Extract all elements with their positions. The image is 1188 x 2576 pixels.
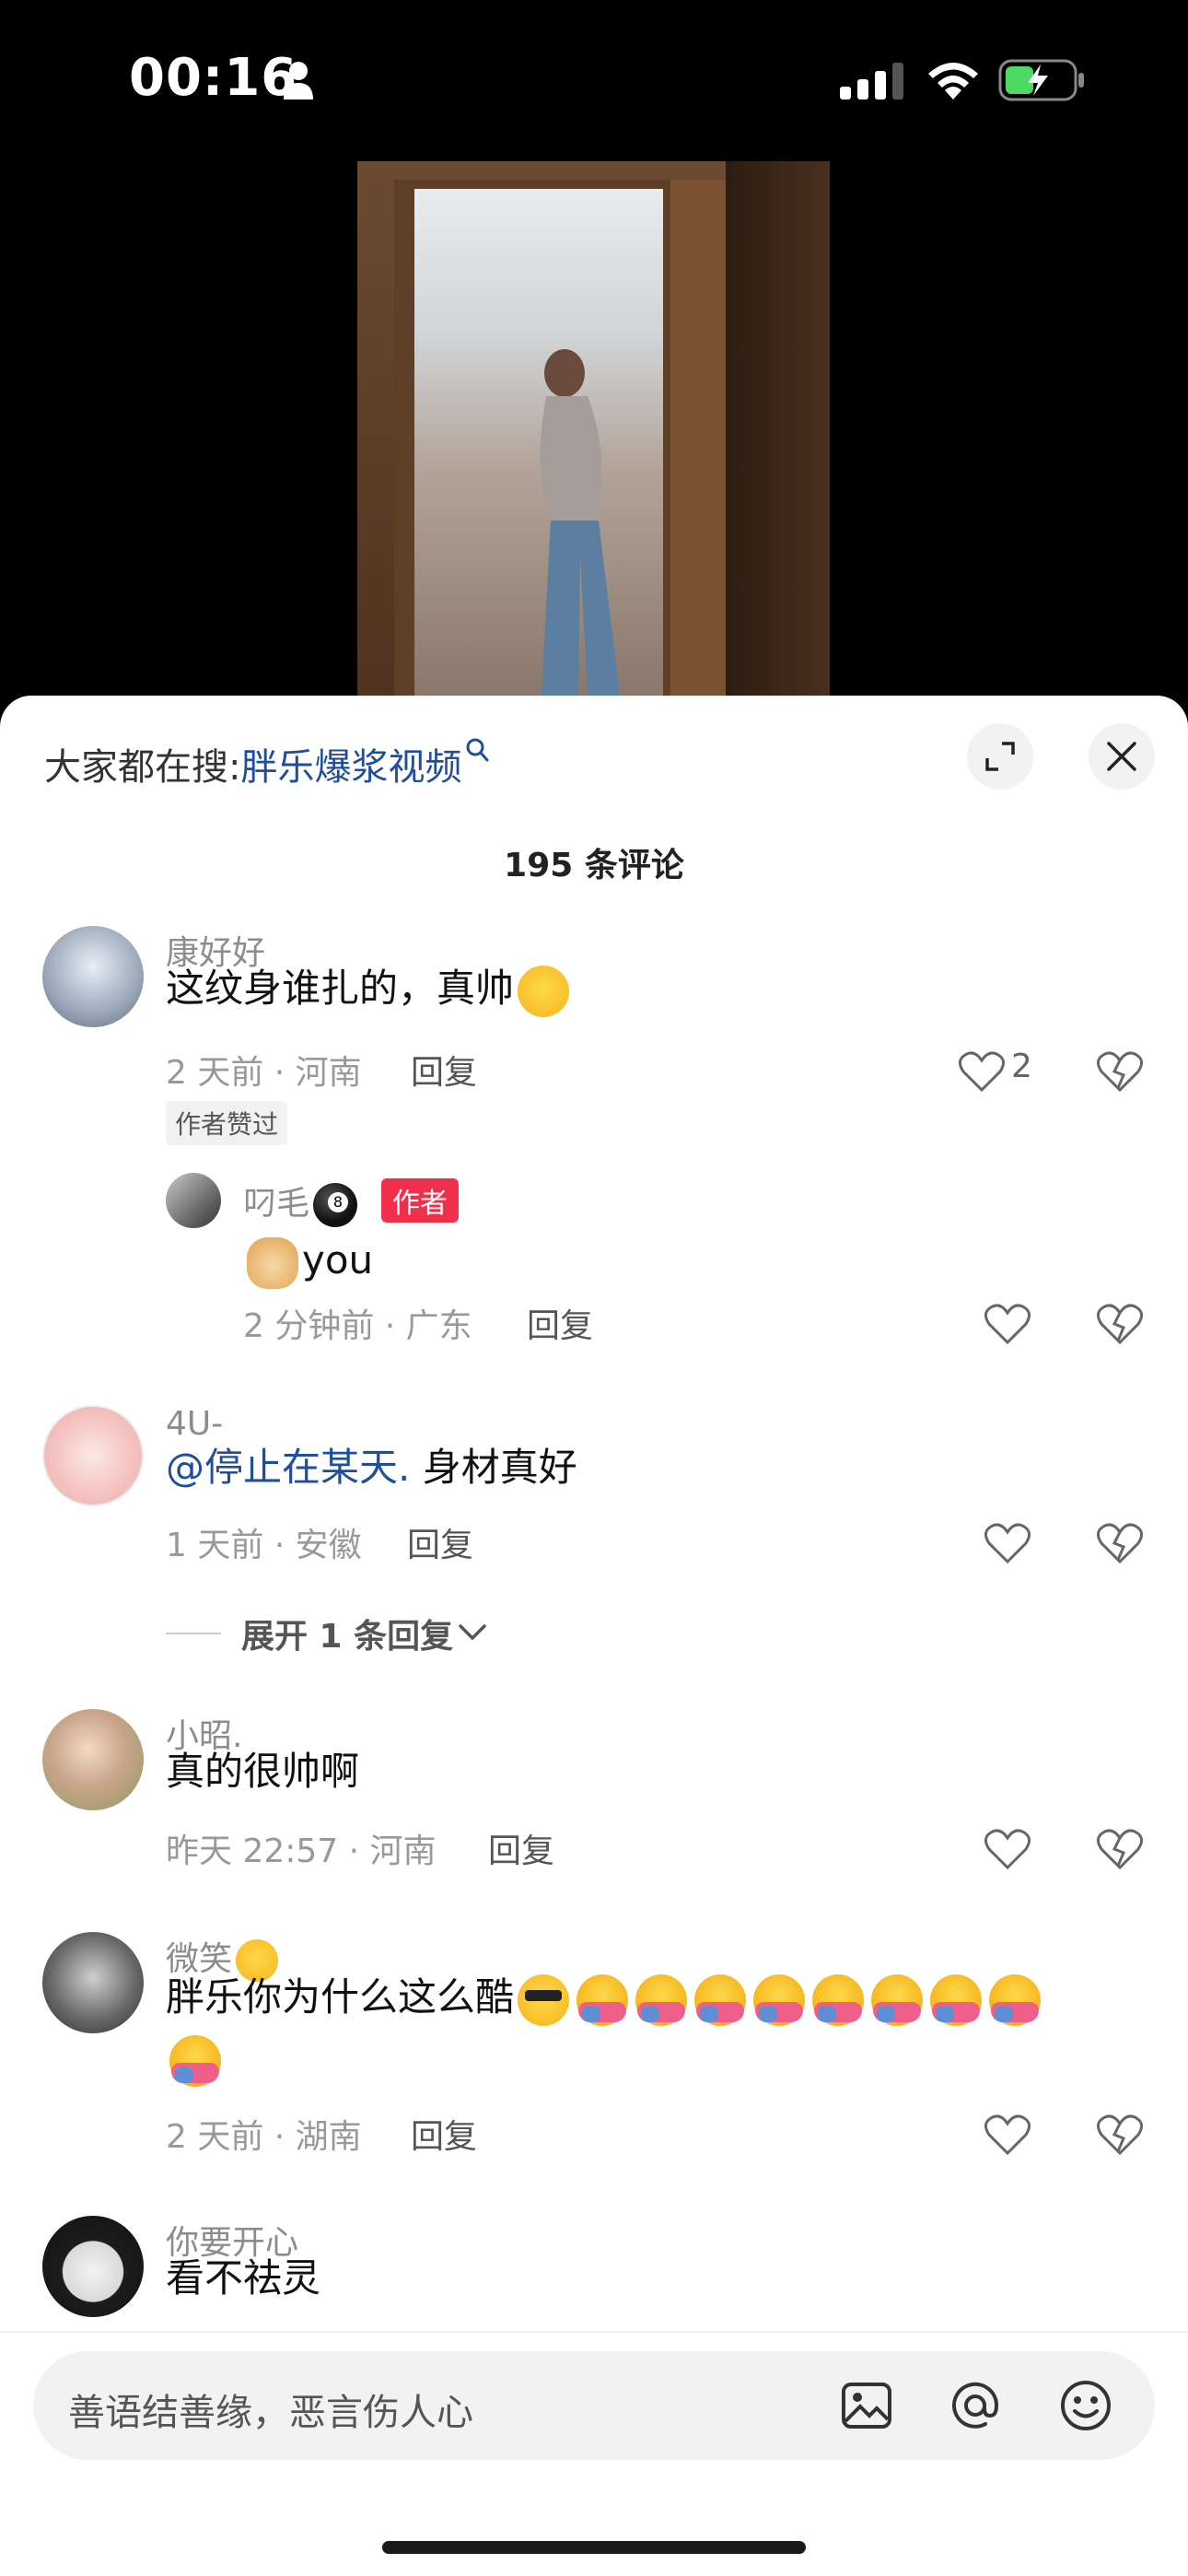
dislike-broken-heart-icon[interactable] xyxy=(1096,1049,1144,1094)
hug-emoji-icon xyxy=(871,1973,924,2026)
cellular-signal-icon xyxy=(840,63,903,100)
comment-text: 看不祛灵 xyxy=(166,2255,321,2301)
dislike-broken-heart-icon[interactable] xyxy=(1096,1302,1144,1346)
comment-text: 胖乐你为什么这么酷 xyxy=(166,1967,1087,2089)
home-indicator[interactable] xyxy=(382,2541,806,2554)
search-suggestion[interactable]: 大家都在搜:胖乐爆浆视频 xyxy=(44,737,489,790)
reply-button[interactable]: 回复 xyxy=(407,1518,473,1566)
close-button[interactable] xyxy=(1089,723,1155,790)
hug-emoji-icon xyxy=(694,1973,747,2026)
reply-username[interactable]: 叼毛 xyxy=(243,1177,361,1227)
comment-sheet: 大家都在搜:胖乐爆浆视频 195 条评论 康好好 这纹身谁扎的，真帅 2 天前 … xyxy=(0,696,1188,2576)
avatar[interactable] xyxy=(42,1405,144,1506)
reply-button[interactable]: 回复 xyxy=(527,1299,593,1347)
person-figure xyxy=(540,349,620,696)
hug-emoji-icon xyxy=(169,2034,221,2087)
comment-text-content: 身材真好 xyxy=(410,1445,577,1490)
comment-text-content: 这纹身谁扎的，真帅 xyxy=(166,966,515,1011)
sunglasses-emoji-icon xyxy=(518,1973,570,2026)
comment-input-placeholder: 善语结善缘，恶言伤人心 xyxy=(68,2392,473,2434)
dislike-broken-heart-icon[interactable] xyxy=(1096,2113,1144,2157)
person-icon xyxy=(284,62,313,100)
like-count: 2 xyxy=(1011,1048,1032,1085)
dislike-broken-heart-icon[interactable] xyxy=(1096,1521,1144,1565)
battery-charging-icon xyxy=(998,59,1084,101)
dislike-broken-heart-icon[interactable] xyxy=(1096,1827,1144,1871)
reply-text: you xyxy=(243,1230,373,1291)
avatar[interactable] xyxy=(42,1709,144,1810)
hug-emoji-icon xyxy=(989,1973,1042,2026)
avatar[interactable] xyxy=(42,1932,144,2033)
divider xyxy=(166,1633,221,1634)
hug-emoji-icon xyxy=(635,1973,688,2026)
emoji-icon[interactable] xyxy=(1059,2379,1112,2432)
expand-icon xyxy=(985,742,1015,771)
mention-link[interactable]: @停止在某天. xyxy=(166,1445,410,1490)
expand-button[interactable] xyxy=(967,723,1033,790)
wall xyxy=(726,161,830,696)
author-liked-badge: 作者赞过 xyxy=(166,1101,288,1145)
reply-button[interactable]: 回复 xyxy=(411,1046,477,1094)
avatar[interactable] xyxy=(42,926,144,1027)
search-icon xyxy=(466,738,489,762)
dog-emoji-icon xyxy=(247,1236,298,1289)
reply-meta: 2 分钟前 · 广东 xyxy=(243,1307,472,1345)
hug-emoji-icon xyxy=(753,1973,806,2026)
comment-text-content: 胖乐你为什么这么酷 xyxy=(166,1974,515,2020)
comment-text: 真的很帅啊 xyxy=(166,1749,360,1794)
like-heart-icon[interactable] xyxy=(984,1827,1031,1871)
comment-meta: 2 天前 · 湖南 xyxy=(166,2118,362,2156)
video-player[interactable] xyxy=(0,161,1188,696)
comment-text: @停止在某天. 身材真好 xyxy=(166,1437,577,1498)
mention-at-icon[interactable] xyxy=(949,2379,1002,2432)
hug-emoji-icon xyxy=(812,1973,865,2026)
comment-meta: 2 天前 · 河南 xyxy=(166,1054,362,1092)
like-heart-icon[interactable] xyxy=(958,1049,1006,1094)
comment-meta: 1 天前 · 安徽 xyxy=(166,1527,362,1564)
search-suggestion-label: 大家都在搜: xyxy=(44,746,241,789)
hug-emoji-icon xyxy=(577,1973,629,2026)
status-bar: 00:16 xyxy=(0,0,1188,161)
reply-button[interactable]: 回复 xyxy=(411,2110,477,2158)
like-heart-icon[interactable] xyxy=(984,2113,1031,2157)
comment-meta: 昨天 22:57 · 河南 xyxy=(166,1832,437,1870)
comment-text: 这纹身谁扎的，真帅 xyxy=(166,958,573,1019)
reply-text-content: you xyxy=(302,1237,374,1282)
author-badge: 作者 xyxy=(381,1178,459,1223)
like-heart-icon[interactable] xyxy=(984,1521,1031,1565)
grin-emoji-icon xyxy=(518,965,570,1017)
search-suggestion-keyword[interactable]: 胖乐爆浆视频 xyxy=(240,746,461,789)
comment-input[interactable]: 善语结善缘，恶言伤人心 xyxy=(33,2351,1155,2460)
avatar[interactable] xyxy=(42,2216,144,2317)
wifi-icon xyxy=(928,63,978,100)
reply-avatar[interactable] xyxy=(166,1173,221,1228)
video-thumbnail[interactable] xyxy=(357,161,830,696)
status-time: 00:16 xyxy=(129,48,298,108)
hug-emoji-icon xyxy=(930,1973,983,2026)
expand-replies-button[interactable]: 展开 1 条回复 xyxy=(241,1610,453,1657)
like-heart-icon[interactable] xyxy=(984,1302,1031,1346)
reply-username-text: 叼毛 xyxy=(243,1185,310,1223)
close-icon xyxy=(1107,742,1136,771)
door-panel xyxy=(670,180,726,696)
chevron-down-icon[interactable] xyxy=(457,1619,488,1645)
comment-count: 195 条评论 xyxy=(504,847,684,884)
image-icon[interactable] xyxy=(840,2379,893,2432)
reply-button[interactable]: 回复 xyxy=(488,1824,554,1872)
8-ball-emoji-icon xyxy=(313,1183,358,1227)
